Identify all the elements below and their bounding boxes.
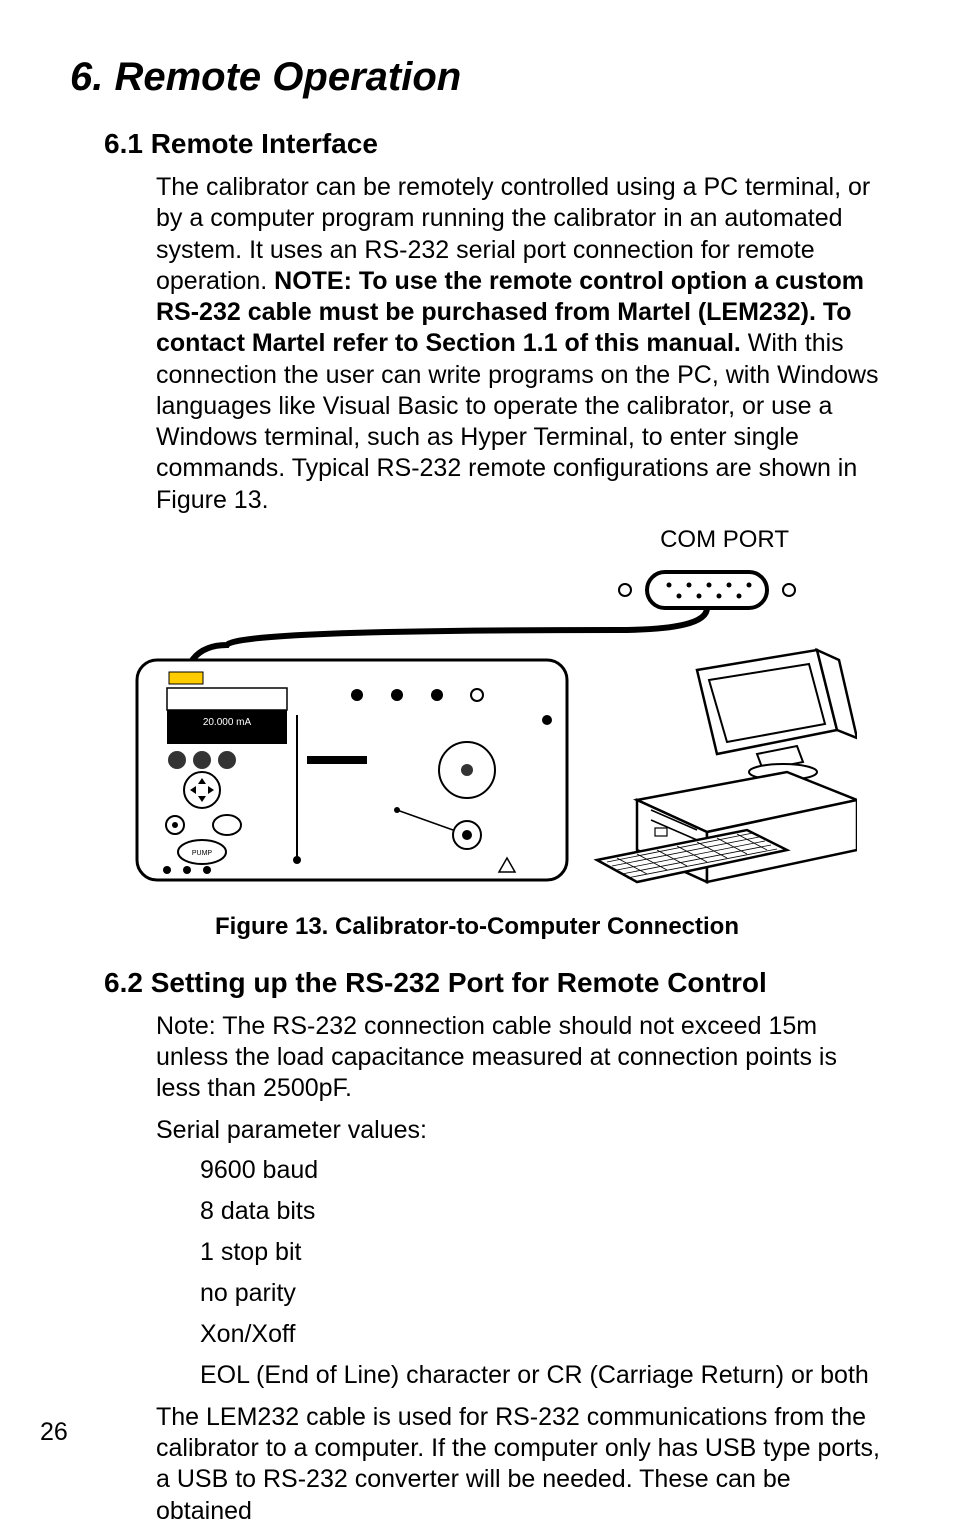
list-item: Xon/Xoff <box>200 1320 884 1349</box>
figure-13: COM PORT <box>87 526 867 941</box>
list-item: 9600 baud <box>200 1156 884 1185</box>
list-item: 8 data bits <box>200 1197 884 1226</box>
heading-6-2: 6.2 Setting up the RS-232 Port for Remot… <box>104 967 884 999</box>
serial-parameter-list: 9600 baud 8 data bits 1 stop bit no pari… <box>200 1156 884 1390</box>
paragraph-6-1: The calibrator can be remotely controlle… <box>156 172 884 516</box>
paragraph-6-2-note: Note: The RS-232 connection cable should… <box>156 1011 884 1105</box>
paragraph-lem232: The LEM232 cable is used for RS-232 comm… <box>156 1402 884 1527</box>
heading-6-1: 6.1 Remote Interface <box>104 128 884 160</box>
list-item: 1 stop bit <box>200 1238 884 1267</box>
svg-text:PUMP: PUMP <box>192 850 213 857</box>
list-item: EOL (End of Line) character or CR (Carri… <box>200 1361 884 1390</box>
calibrator-computer-diagram: 20.000 mA <box>97 560 857 890</box>
svg-text:20.000 mA: 20.000 mA <box>203 717 252 728</box>
list-item: no parity <box>200 1279 884 1308</box>
paragraph-serial-intro: Serial parameter values: <box>156 1115 884 1146</box>
com-port-label: COM PORT <box>87 526 867 554</box>
figure-caption: Figure 13. Calibrator-to-Computer Connec… <box>87 913 867 941</box>
section-title: 6. Remote Operation <box>70 55 884 100</box>
page-number: 26 <box>40 1418 68 1447</box>
